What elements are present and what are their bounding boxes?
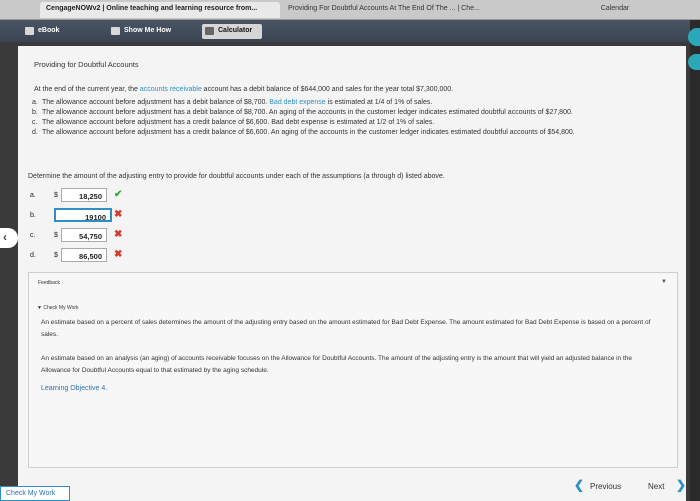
feedback-paragraph-2: An estimate based on an analysis (an agi… (41, 355, 633, 374)
previous-button[interactable]: ❮ Previous (574, 478, 630, 494)
show-me-how-button[interactable]: Show Me How (108, 24, 198, 39)
ebook-label: eBook (38, 27, 60, 34)
problem-title: Providing for Doubtful Accounts (34, 60, 139, 69)
assumption-text: The allowance account before adjustment … (42, 109, 573, 116)
assumption-letter: b. (32, 109, 38, 116)
currency-symbol: $ (54, 232, 58, 239)
previous-arrow-icon[interactable]: ‹ (0, 228, 18, 248)
assumption-c: c. The allowance account before adjustme… (32, 118, 672, 128)
feedback-panel: Feedback ▼ ▼ Check My Work An estimate b… (28, 272, 678, 468)
assumption-text-post: is estimated at 1/4 of 1% of sales. (325, 99, 433, 106)
answer-input-a[interactable]: 18,250 (61, 188, 107, 202)
assumption-text: The allowance account before adjustment … (42, 99, 270, 106)
currency-symbol: $ (54, 252, 58, 259)
answer-row-c: c. $ 54,750 ✖ (28, 226, 328, 246)
currency-symbol: $ (54, 192, 58, 199)
assumption-letter: a. (32, 99, 38, 106)
assumption-list: a. The allowance account before adjustme… (32, 98, 672, 138)
assumption-text: The allowance account before adjustment … (42, 119, 435, 126)
right-side-strip (690, 20, 700, 501)
intro-text-post: account has a debit balance of $644,000 … (201, 86, 454, 93)
answer-letter: c. (30, 232, 36, 239)
bad-debt-expense-link[interactable]: Bad debt expense (269, 99, 325, 106)
side-panel-toggle-button[interactable] (688, 28, 700, 46)
instruction-text: Determine the amount of the adjusting en… (28, 173, 445, 180)
previous-label: Previous (590, 482, 622, 491)
calculator-icon (205, 27, 214, 35)
incorrect-x-icon: ✖ (114, 209, 123, 220)
calculator-button[interactable]: Calculator (202, 24, 262, 39)
answer-input-d[interactable]: 86,500 (61, 248, 107, 262)
feedback-paragraph-1: An estimate based on a percent of sales … (41, 319, 651, 338)
intro-text-pre: At the end of the current year, the (34, 86, 140, 93)
show-me-how-label: Show Me How (124, 27, 172, 34)
feedback-label: Feedback (38, 280, 60, 286)
answer-list: a. $ 18,250 ✔ b. 19100 ✖ c. $ 54,750 ✖ d… (28, 186, 328, 266)
assumption-text: The allowance account before adjustment … (42, 129, 575, 136)
answer-row-a: a. $ 18,250 ✔ (28, 186, 328, 206)
book-icon (25, 27, 34, 35)
answer-input-c[interactable]: 54,750 (61, 228, 107, 242)
assumption-b: b. The allowance account before adjustme… (32, 108, 672, 118)
calculator-label: Calculator (218, 27, 253, 34)
problem-content: Providing for Doubtful Accounts At the e… (18, 46, 686, 501)
check-my-work-toggle[interactable]: ▼ Check My Work (37, 305, 79, 311)
assumption-letter: c. (32, 119, 38, 126)
help-button[interactable] (688, 54, 700, 70)
check-my-work-button[interactable]: Check My Work (0, 486, 70, 501)
accounts-receivable-link[interactable]: accounts receivable (140, 86, 202, 93)
assumption-d: d. The allowance account before adjustme… (32, 128, 672, 138)
answer-letter: d. (30, 252, 36, 259)
collapse-arrow-icon[interactable]: ▼ (661, 279, 667, 285)
answer-row-b: b. 19100 ✖ (28, 206, 328, 226)
answer-letter: a. (30, 192, 36, 199)
next-button[interactable]: Next ❯ (648, 478, 688, 494)
video-icon (111, 27, 120, 35)
answer-row-d: d. $ 86,500 ✖ (28, 246, 328, 266)
browser-tab-chegg[interactable]: Providing For Doubtful Accounts At The E… (282, 2, 512, 18)
browser-tab-strip: CengageNOWv2 | Online teaching and learn… (0, 0, 700, 20)
problem-intro: At the end of the current year, the acco… (34, 86, 453, 93)
chevron-right-icon: ❯ (676, 478, 687, 492)
assumption-letter: d. (32, 129, 38, 136)
answer-letter: b. (30, 212, 36, 219)
next-label: Next (648, 482, 665, 491)
incorrect-x-icon: ✖ (114, 249, 123, 260)
correct-check-icon: ✔ (114, 189, 123, 200)
chevron-left-icon: ❮ (574, 478, 585, 492)
learning-objective: Learning Objective 4. (41, 385, 108, 392)
app-toolbar: eBook Show Me How Calculator (0, 20, 690, 42)
browser-tab-calendar[interactable]: Calendar (560, 2, 670, 18)
incorrect-x-icon: ✖ (114, 229, 123, 240)
browser-tab-cengage[interactable]: CengageNOWv2 | Online teaching and learn… (40, 2, 280, 18)
assumption-a: a. The allowance account before adjustme… (32, 98, 672, 108)
answer-input-b[interactable]: 19100 (54, 208, 112, 222)
ebook-button[interactable]: eBook (22, 24, 82, 39)
